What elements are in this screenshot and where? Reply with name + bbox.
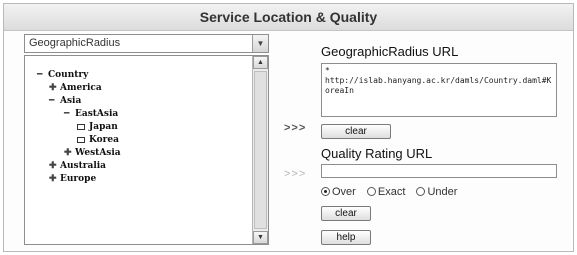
tree-node-eastasia[interactable]: ━ EastAsia xyxy=(64,108,118,120)
radio-unchecked-icon[interactable] xyxy=(416,187,426,196)
scroll-thumb[interactable] xyxy=(254,71,267,229)
collapse-icon[interactable]: ━ xyxy=(49,95,60,107)
tree-node-korea[interactable]: Korea xyxy=(77,134,119,146)
help-button[interactable]: help xyxy=(321,230,371,245)
source-selector-dropdown[interactable]: GeographicRadius ▼ xyxy=(24,34,269,53)
source-selector-value: GeographicRadius xyxy=(29,37,121,49)
scroll-down-icon[interactable]: ▼ xyxy=(253,231,268,244)
scroll-up-icon[interactable]: ▲ xyxy=(253,56,268,69)
panel-title: Service Location & Quality xyxy=(4,4,573,31)
collapse-icon[interactable]: ━ xyxy=(37,69,48,81)
collapse-icon[interactable]: ━ xyxy=(64,108,75,120)
tree-node-america[interactable]: ✚ America xyxy=(49,82,102,94)
add-to-url-arrow[interactable]: >>> xyxy=(284,122,306,134)
quality-rating-url-field[interactable] xyxy=(321,164,557,178)
tree-scrollbar[interactable]: ▲ ▼ xyxy=(252,56,268,244)
geographic-radius-url-value: http://islab.hanyang.ac.kr/damls/Country… xyxy=(325,76,552,95)
tree-node-asia[interactable]: ━ Asia xyxy=(49,95,81,107)
url-marker: * xyxy=(325,66,330,75)
radio-over[interactable]: Over xyxy=(321,186,356,198)
folder-icon xyxy=(77,123,85,130)
tree-node-country[interactable]: ━ Country xyxy=(37,69,88,81)
location-tree[interactable]: ━ Country ✚ America ━ Asia ━ EastAsia Japan … xyxy=(24,55,269,245)
expand-icon[interactable]: ✚ xyxy=(49,82,60,94)
quality-rating-url-heading: Quality Rating URL xyxy=(321,146,433,161)
expand-icon[interactable]: ✚ xyxy=(49,173,60,185)
tree-node-westasia[interactable]: ✚ WestAsia xyxy=(64,147,121,159)
rating-clear-button[interactable]: clear xyxy=(321,206,371,221)
add-to-rating-arrow[interactable]: >>> xyxy=(284,168,306,180)
geographic-radius-url-field[interactable]: * http://islab.hanyang.ac.kr/damls/Count… xyxy=(321,63,557,117)
folder-icon xyxy=(77,136,85,143)
radio-unchecked-icon[interactable] xyxy=(366,187,376,196)
tree-node-australia[interactable]: ✚ Australia xyxy=(49,160,106,172)
rating-mode-group: Over Exact Under xyxy=(321,186,465,198)
geographic-radius-url-heading: GeographicRadius URL xyxy=(321,44,459,59)
url-clear-button[interactable]: clear xyxy=(321,124,391,139)
tree-list: ━ Country ✚ America ━ Asia ━ EastAsia Japan … xyxy=(25,56,253,244)
tree-node-japan[interactable]: Japan xyxy=(77,121,118,133)
radio-checked-icon[interactable] xyxy=(321,187,330,196)
radio-under[interactable]: Under xyxy=(416,186,457,198)
expand-icon[interactable]: ✚ xyxy=(49,160,60,172)
tree-node-europe[interactable]: ✚ Europe xyxy=(49,173,96,185)
chevron-down-icon[interactable]: ▼ xyxy=(252,35,268,52)
radio-exact[interactable]: Exact xyxy=(366,186,405,198)
expand-icon[interactable]: ✚ xyxy=(64,147,75,159)
